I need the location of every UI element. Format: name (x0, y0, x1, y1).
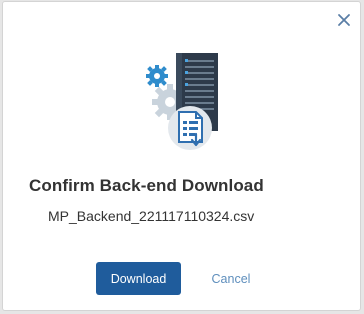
cancel-button[interactable]: Cancel (199, 262, 263, 295)
document-download-icon (168, 106, 212, 150)
download-filename: MP_Backend_221117110324.csv (48, 208, 255, 224)
close-button[interactable] (334, 12, 354, 32)
download-button[interactable]: Download (96, 262, 181, 295)
small-gear-icon (146, 65, 168, 87)
close-icon (337, 13, 351, 32)
confirm-download-dialog: Confirm Back-end Download MP_Backend_221… (2, 1, 361, 311)
download-illustration (138, 50, 228, 150)
dialog-title: Confirm Back-end Download (29, 176, 264, 195)
